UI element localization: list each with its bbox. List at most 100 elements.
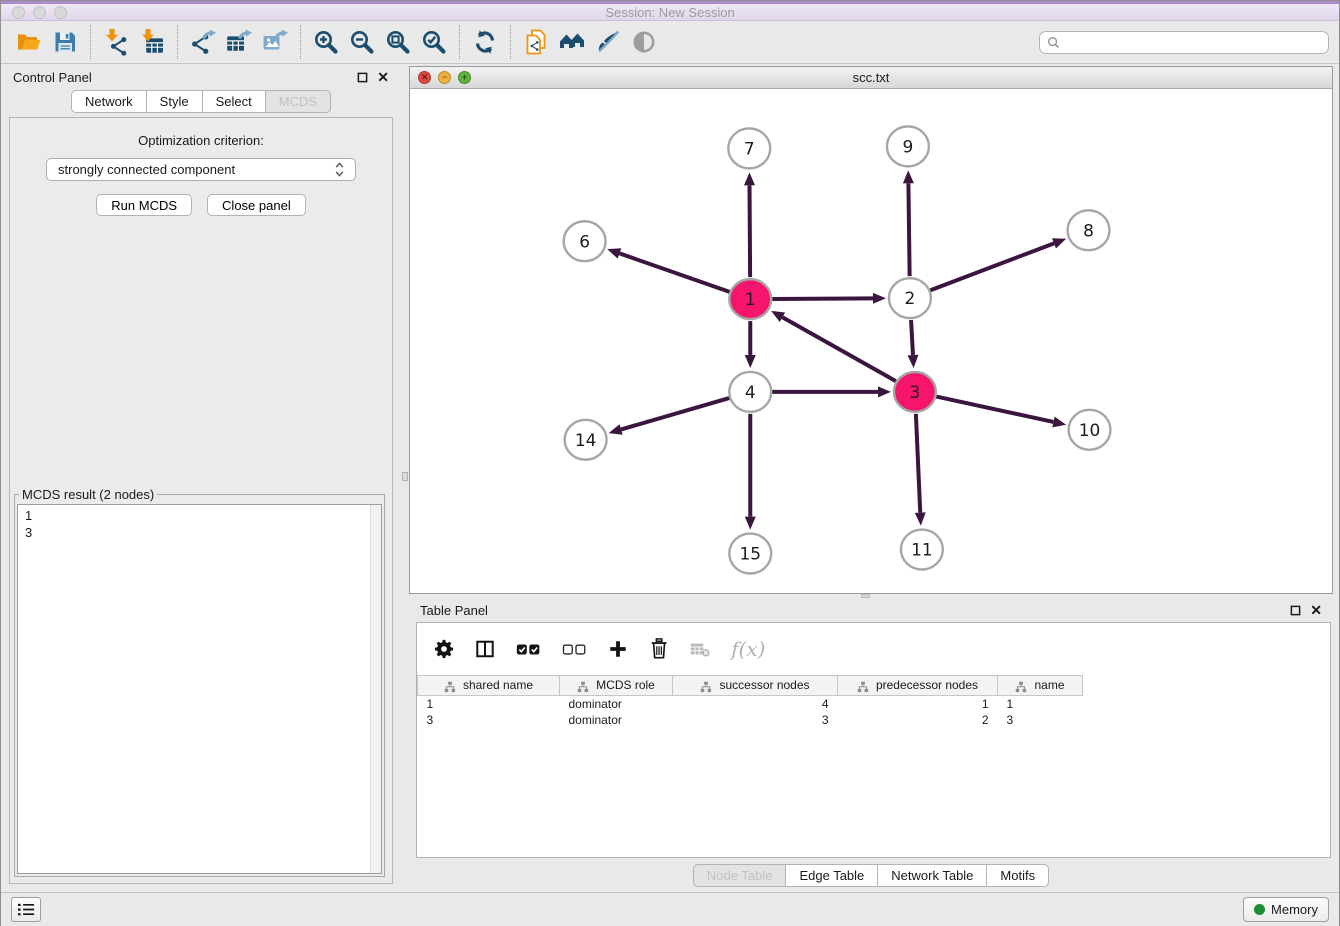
tab-mcds[interactable]: MCDS	[265, 90, 331, 113]
table-row[interactable]: 3dominator323	[418, 712, 1083, 728]
node-14[interactable]: 14	[565, 420, 607, 460]
save-session-button[interactable]	[47, 25, 83, 59]
tab-edge-table[interactable]: Edge Table	[785, 864, 878, 887]
edge-4-15[interactable]	[745, 414, 756, 530]
tab-network[interactable]: Network	[71, 90, 147, 113]
function-builder-button: f(x)	[731, 637, 765, 661]
export-network-button[interactable]	[185, 25, 221, 59]
node-2[interactable]: 2	[889, 278, 931, 318]
toolbar-divider	[510, 25, 511, 59]
network-window-titlebar[interactable]: ✕ − + scc.txt	[410, 67, 1332, 89]
edge-1-2[interactable]	[772, 293, 886, 304]
panel-splitter[interactable]	[401, 64, 409, 892]
float-panel-icon[interactable]	[357, 72, 368, 83]
column-header-successor-nodes[interactable]: successor nodes	[673, 676, 838, 696]
window-close-button[interactable]	[12, 6, 25, 19]
tab-network-table[interactable]: Network Table	[877, 864, 987, 887]
result-scrollbar[interactable]	[370, 505, 381, 873]
horizontal-splitter-grip[interactable]	[861, 594, 870, 598]
node-1[interactable]: 1	[729, 279, 771, 319]
tab-motifs[interactable]: Motifs	[986, 864, 1049, 887]
node-9[interactable]: 9	[887, 126, 929, 166]
horizontal-splitter[interactable]	[409, 594, 1333, 598]
edge-3-1[interactable]	[771, 311, 896, 381]
edge-4-14[interactable]	[609, 398, 730, 435]
run-mcds-button[interactable]: Run MCDS	[96, 194, 192, 216]
import-table-button[interactable]	[134, 25, 170, 59]
table-cell[interactable]: 1	[838, 696, 998, 712]
mcds-result-textarea[interactable]: 1 3	[17, 504, 382, 874]
splitter-grip[interactable]	[402, 472, 408, 481]
add-column-button[interactable]	[608, 639, 628, 659]
task-history-button[interactable]	[11, 897, 41, 922]
column-header-name[interactable]: name	[998, 676, 1083, 696]
zoom-in-button[interactable]	[308, 25, 344, 59]
edge-3-11[interactable]	[915, 414, 926, 526]
node-8[interactable]: 8	[1068, 210, 1110, 250]
window-minimize-button[interactable]	[33, 6, 46, 19]
apply-layout-button[interactable]	[467, 25, 503, 59]
network-zoom-button[interactable]: +	[458, 71, 471, 84]
zoom-fit-button[interactable]	[380, 25, 416, 59]
table-cell[interactable]: dominator	[560, 712, 673, 728]
node-10[interactable]: 10	[1069, 410, 1111, 450]
close-panel-button[interactable]: Close panel	[207, 194, 306, 216]
edge-2-8[interactable]	[930, 238, 1066, 290]
node-11[interactable]: 11	[901, 530, 943, 570]
import-network-button[interactable]	[98, 25, 134, 59]
table-settings-button[interactable]	[434, 639, 454, 659]
delete-columns-button[interactable]	[649, 638, 669, 660]
zoom-out-button[interactable]	[344, 25, 380, 59]
edge-3-10[interactable]	[936, 397, 1066, 428]
select-all-rows-button[interactable]	[516, 642, 541, 657]
edge-2-9[interactable]	[903, 170, 914, 276]
table-cell[interactable]: 2	[838, 712, 998, 728]
edge-4-3[interactable]	[772, 386, 891, 397]
table-cell[interactable]: 3	[998, 712, 1083, 728]
split-view-button[interactable]	[475, 639, 495, 659]
list-icon	[18, 903, 35, 916]
node-15[interactable]: 15	[729, 534, 771, 574]
deselect-all-rows-button[interactable]	[562, 642, 587, 657]
export-table-button[interactable]	[221, 25, 257, 59]
open-file-button[interactable]	[11, 25, 47, 59]
column-header-MCDS-role[interactable]: MCDS role	[560, 676, 673, 696]
node-7[interactable]: 7	[728, 128, 770, 168]
table-cell[interactable]: 4	[673, 696, 838, 712]
node-3[interactable]: 3	[894, 372, 936, 412]
close-table-panel-icon[interactable]: ✕	[1310, 605, 1322, 616]
edge-1-7[interactable]	[744, 172, 755, 277]
column-header-shared-name[interactable]: shared name	[418, 676, 560, 696]
tab-select[interactable]: Select	[202, 90, 266, 113]
network-overview-button[interactable]	[554, 25, 590, 59]
memory-button[interactable]: Memory	[1243, 897, 1329, 922]
network-minimize-button[interactable]: −	[438, 71, 451, 84]
network-canvas[interactable]: 7 9 6 8 1 2 4 3 14 10 15 11	[410, 89, 1332, 593]
zoom-selected-button[interactable]	[416, 25, 452, 59]
duplicate-network-button[interactable]	[518, 25, 554, 59]
table-row[interactable]: 1dominator411	[418, 696, 1083, 712]
tab-style[interactable]: Style	[146, 90, 203, 113]
birds-eye-view-button[interactable]	[626, 25, 662, 59]
optimization-select[interactable]: strongly connected component	[46, 158, 356, 181]
search-input[interactable]	[1064, 35, 1321, 50]
table-cell[interactable]: 3	[418, 712, 560, 728]
edge-1-4[interactable]	[745, 321, 756, 368]
column-header-predecessor-nodes[interactable]: predecessor nodes	[838, 676, 998, 696]
tab-node-table[interactable]: Node Table	[693, 864, 787, 887]
search-field[interactable]	[1039, 31, 1329, 54]
node-6[interactable]: 6	[564, 221, 606, 261]
table-cell[interactable]: dominator	[560, 696, 673, 712]
table-cell[interactable]: 3	[673, 712, 838, 728]
toggle-graphics-details-button[interactable]	[590, 25, 626, 59]
node-4[interactable]: 4	[729, 372, 771, 412]
table-cell[interactable]: 1	[998, 696, 1083, 712]
edge-1-6[interactable]	[607, 248, 729, 292]
table-cell[interactable]: 1	[418, 696, 560, 712]
close-panel-icon[interactable]: ✕	[377, 72, 389, 83]
network-close-button[interactable]: ✕	[418, 71, 431, 84]
edge-2-3[interactable]	[907, 320, 918, 368]
window-zoom-button[interactable]	[54, 6, 67, 19]
export-image-button[interactable]	[257, 25, 293, 59]
float-table-panel-icon[interactable]	[1290, 605, 1301, 616]
